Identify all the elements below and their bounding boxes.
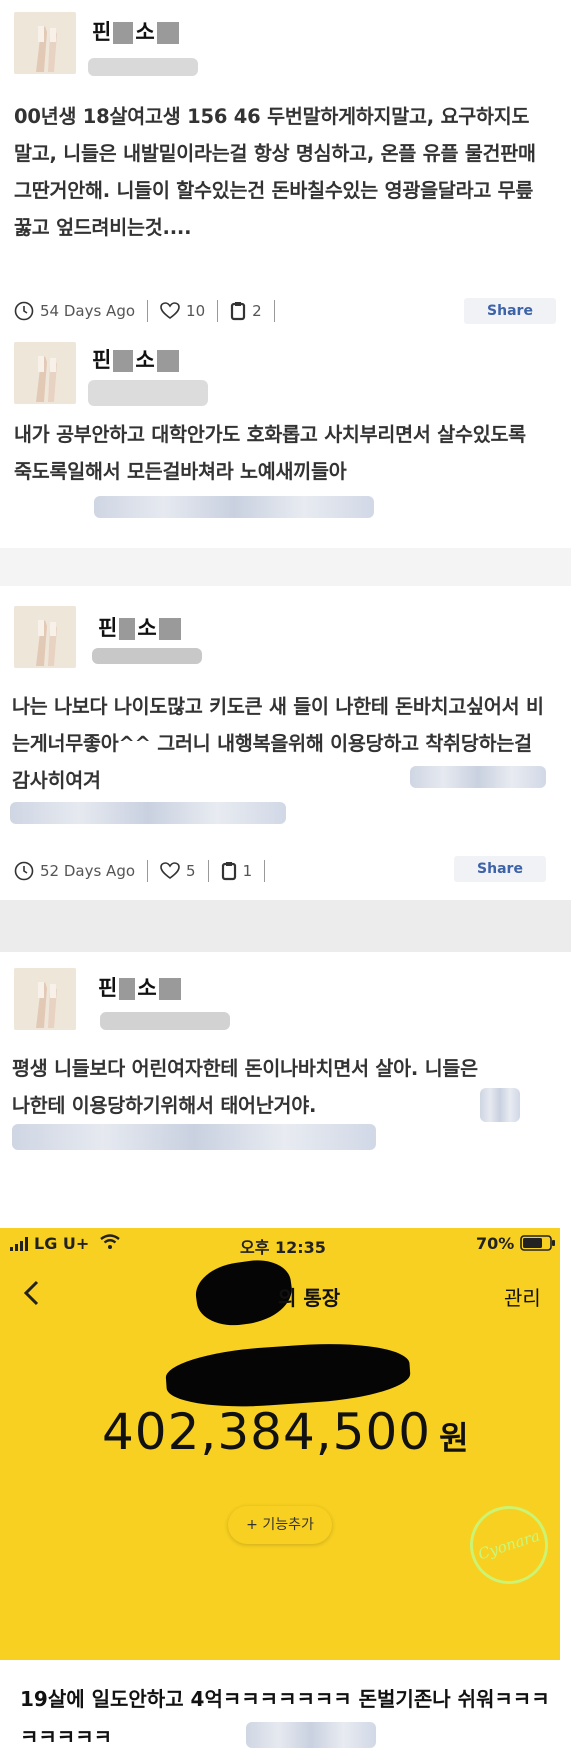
username[interactable]: 핀소 (98, 972, 181, 1002)
clock-time: 오후 12:35 (240, 1238, 326, 1257)
timestamp: 54 Days Ago (14, 301, 135, 321)
back-icon[interactable] (22, 1280, 40, 1310)
clock-icon (14, 861, 34, 881)
heart-icon (160, 862, 180, 879)
battery-percent: 70% (476, 1234, 515, 1253)
redacted-handle (100, 1012, 230, 1030)
heart-icon (160, 302, 180, 319)
username[interactable]: 핀소 (92, 16, 179, 46)
app-header: 의 통장 관리 (0, 1255, 560, 1331)
repost-button[interactable]: 1 (221, 861, 252, 881)
divider (147, 300, 149, 322)
post-card-2: 핀소 내가 공부안하고 대학안가도 호화롭고 사치부리면서 살수있도록 죽도록일… (0, 330, 560, 550)
post-body: 00년생 18살여고생 156 46 두번말하게하지말고, 요구하지도말고, 니… (14, 105, 536, 239)
redacted-text (12, 1124, 376, 1150)
share-button[interactable]: Share (464, 298, 556, 324)
repost-button[interactable]: 2 (230, 301, 262, 321)
section-divider (0, 900, 571, 952)
redacted-handle (88, 380, 208, 406)
redacted-handle (88, 58, 198, 76)
watermark-logo: Cyonara (459, 1495, 559, 1595)
manage-button[interactable]: 관리 (504, 1282, 541, 1311)
section-divider (0, 548, 571, 586)
signal-icon (10, 1236, 32, 1255)
redacted-handle (92, 648, 202, 664)
status-bar: LG U+ 오후 12:35 70% (0, 1228, 560, 1258)
divider (273, 300, 275, 322)
carrier: LG U+ (34, 1234, 90, 1253)
bank-app-screenshot: LG U+ 오후 12:35 70% 의 통장 관리 402,384,500 원 … (0, 1228, 560, 1660)
divider (147, 860, 149, 882)
redacted-text (10, 802, 286, 824)
avatar[interactable] (14, 606, 76, 668)
divider (207, 860, 209, 882)
redacted-text (94, 496, 374, 518)
avatar[interactable] (14, 12, 76, 74)
redacted-text (410, 766, 546, 788)
post-card-1: 핀소 00년생 18살여고생 156 46 두번말하게하지말고, 요구하지도말고… (0, 0, 560, 324)
post-body: 평생 니들보다 어린여자한테 돈이나바치면서 살아. 니들은 나한테 이용당하기… (12, 1057, 478, 1117)
divider (264, 860, 266, 882)
balance-amount: 402,384,500 원 (102, 1403, 470, 1461)
wifi-icon (100, 1234, 120, 1254)
post-card-3: 핀소 나는 나보다 나이도많고 키도큰 새 들이 나한테 돈바치고싶어서 비는게… (0, 590, 560, 900)
clock-icon (14, 301, 34, 321)
account-title: 의 통장 (278, 1286, 341, 1310)
redacted-text (246, 1722, 376, 1748)
avatar[interactable] (14, 968, 76, 1030)
divider (217, 300, 219, 322)
share-button[interactable]: Share (454, 856, 546, 882)
redacted-account-number (164, 1337, 412, 1413)
username[interactable]: 핀소 (92, 344, 179, 374)
add-feature-button[interactable]: + 기능추가 (228, 1506, 332, 1544)
like-button[interactable]: 10 (160, 302, 205, 320)
repost-icon (221, 862, 236, 881)
timestamp: 52 Days Ago (14, 861, 135, 881)
repost-icon (231, 302, 246, 321)
avatar[interactable] (14, 342, 76, 404)
redacted-text (480, 1088, 520, 1122)
like-button[interactable]: 5 (160, 862, 196, 880)
post-body: 내가 공부안하고 대학안가도 호화롭고 사치부리면서 살수있도록 죽도록일해서 … (14, 423, 526, 483)
username[interactable]: 핀소 (98, 612, 181, 642)
post-card-4: 핀소 평생 니들보다 어린여자한테 돈이나바치면서 살아. 니들은 나한테 이용… (0, 952, 560, 1184)
battery-icon (520, 1235, 556, 1255)
